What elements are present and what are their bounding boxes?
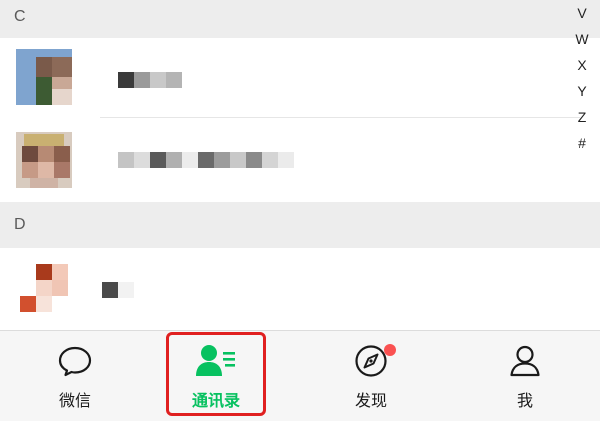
tab-me[interactable]: 我 (450, 331, 600, 421)
alphabet-index-bar[interactable]: V W X Y Z # (570, 0, 594, 156)
index-letter-w[interactable]: W (575, 26, 588, 52)
section-letter: C (14, 8, 26, 25)
tab-label: 我 (516, 393, 533, 410)
contact-row[interactable] (0, 248, 600, 330)
bottom-tab-bar: 微信 通讯录 发现 我 (0, 330, 600, 421)
section-header-c: C (0, 0, 600, 38)
chat-bubble-icon (57, 343, 93, 384)
tab-chats[interactable]: 微信 (0, 331, 150, 421)
tab-label: 微信 (58, 393, 91, 410)
index-letter-x[interactable]: X (577, 52, 586, 78)
highlight-box (166, 332, 266, 416)
tab-label: 发现 (354, 393, 387, 410)
contact-avatar (16, 49, 72, 105)
index-letter-z[interactable]: Z (578, 104, 587, 130)
tab-discover[interactable]: 发现 (296, 331, 446, 421)
profile-icon (507, 343, 543, 384)
notification-dot-icon (384, 344, 396, 356)
contact-row[interactable] (0, 38, 600, 118)
contact-name-pixelated (118, 152, 294, 168)
contact-name-pixelated (118, 72, 182, 88)
index-letter-v[interactable]: V (577, 0, 586, 26)
contact-avatar (16, 132, 72, 188)
contact-name-pixelated (102, 282, 134, 298)
contact-avatar (16, 260, 72, 316)
index-letter-y[interactable]: Y (577, 78, 586, 104)
index-letter-hash[interactable]: # (578, 130, 586, 156)
contact-row[interactable] (0, 118, 600, 202)
section-letter: D (14, 216, 26, 233)
section-header-d: D (0, 202, 600, 248)
